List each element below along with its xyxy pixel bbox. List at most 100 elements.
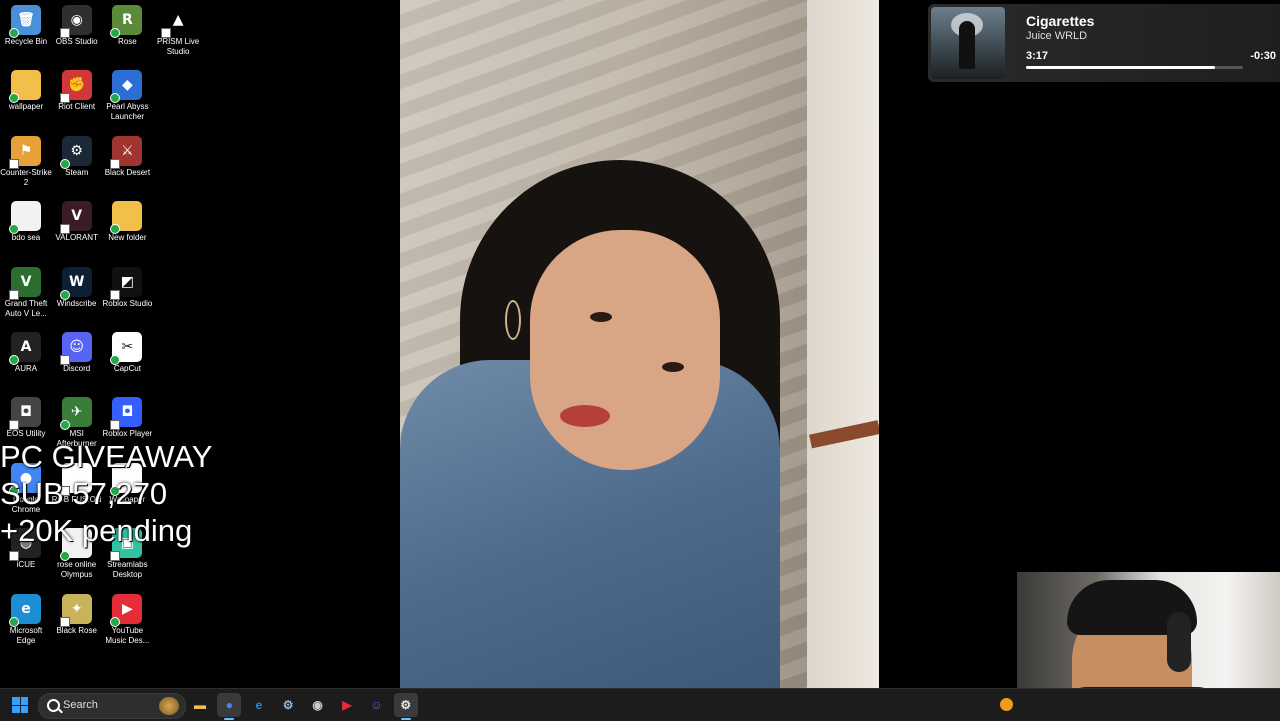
- black-desert-icon: ⚔: [110, 135, 143, 169]
- desktop-icon-label: OBS Studio: [55, 37, 98, 46]
- windows-logo-icon: [20, 705, 28, 713]
- desktop-icon-camera[interactable]: ◘ EOS Utility: [0, 392, 52, 439]
- taskbar: Search ▬ ● e ⚙ ◉ ▶ ☺ ⚙: [0, 688, 1280, 721]
- desktop-icon-youtube-music[interactable]: ▶ YouTube Music Des...: [101, 589, 153, 646]
- desktop-icon-recycle-bin[interactable]: 🗑 Recycle Bin: [0, 0, 52, 47]
- desktop-icon-text-file[interactable]: bdo sea: [0, 196, 52, 243]
- overlay-badge-icon: [110, 616, 121, 627]
- desktop-icon-discord[interactable]: ☺ Discord: [51, 327, 103, 374]
- roblox-icon: ◘: [110, 397, 143, 431]
- track-artist: Juice WRLD: [1026, 30, 1088, 42]
- overlay-badge-icon: [9, 28, 19, 38]
- taskbar-obs[interactable]: ◉: [306, 693, 330, 717]
- desktop-icon-obs[interactable]: ◉ OBS Studio: [51, 0, 103, 47]
- gta-icon: V: [9, 266, 41, 300]
- start-button[interactable]: [12, 697, 28, 713]
- taskbar-youtube-music[interactable]: ▶: [335, 693, 359, 717]
- desktop-icon-gta[interactable]: V Grand Theft Auto V Le...: [0, 262, 52, 319]
- search-highlight-icon: [159, 697, 179, 715]
- desktop-icon-rose-game[interactable]: R Rose: [101, 0, 153, 47]
- overlay-badge-icon: [110, 551, 121, 562]
- rose-game-icon: R: [110, 5, 143, 38]
- lips: [560, 405, 610, 427]
- desktop-icon-label: Microsoft Edge: [9, 625, 43, 645]
- overlay-badge-icon: [9, 355, 19, 365]
- search-placeholder: Search: [63, 699, 98, 711]
- desktop-icon-label: AURA: [14, 364, 38, 373]
- desktop-icon-black-desert[interactable]: ⚔ Black Desert: [101, 131, 153, 178]
- desktop-icon-prism[interactable]: ▲ PRISM Live Studio: [152, 0, 204, 57]
- overlay-badge-icon: [110, 289, 121, 300]
- desktop-icon-riot-client[interactable]: ✊ Riot Client: [51, 65, 103, 112]
- overlay-badge-icon: [59, 551, 70, 562]
- desktop-icon-label: Windscribe: [56, 298, 97, 308]
- desktop-icon-label: Streamlabs Desktop: [107, 560, 148, 580]
- desktop-icon-capcut[interactable]: ✂ CapCut: [101, 327, 153, 374]
- desktop-icon-label: rose online Olympus: [57, 560, 97, 580]
- desktop-icon-label: Roblox Studio: [102, 298, 153, 308]
- progress-bar[interactable]: [1026, 66, 1243, 69]
- desktop-icon-label: wallpaper: [8, 102, 44, 112]
- overlay-badge-icon: [59, 355, 70, 365]
- desktop-icon-windscribe[interactable]: W Windscribe: [51, 262, 103, 309]
- desktop-icon-label: iCUE: [16, 560, 36, 570]
- tray-notification-icon[interactable]: [1000, 698, 1013, 711]
- media-player-widget[interactable]: Cigarettes Juice WRLD 3:17 -0:30: [928, 4, 1280, 82]
- headset: [1167, 612, 1191, 672]
- taskbar-discord[interactable]: ☺: [364, 693, 388, 717]
- desktop-icon-roblox-studio[interactable]: ◩ Roblox Studio: [101, 262, 153, 309]
- desktop-icon-label: Rose: [118, 37, 137, 46]
- overlay-badge-icon: [59, 224, 70, 235]
- desktop-icon-label: Grand Theft Auto V Le...: [4, 298, 48, 318]
- left-eye: [590, 312, 612, 322]
- wallpaper-photo: [400, 0, 879, 688]
- desktop-icon-steam[interactable]: ⚙ Steam: [51, 131, 103, 178]
- desktop-icon-label: bdo sea: [11, 233, 41, 243]
- taskbar-steam[interactable]: ⚙: [276, 693, 300, 717]
- desktop-icon-aura[interactable]: A AURA: [0, 327, 52, 374]
- taskbar-file-explorer[interactable]: ▬: [188, 693, 212, 717]
- desktop-icon-folder[interactable]: New folder: [101, 196, 153, 243]
- overlay-badge-icon: [59, 28, 70, 38]
- taskbar-search[interactable]: Search: [38, 693, 186, 719]
- taskbar-chrome[interactable]: ●: [217, 693, 242, 720]
- overlay-badge-icon: [59, 158, 70, 169]
- right-eye: [662, 362, 684, 372]
- edge-icon: e: [255, 698, 263, 712]
- desktop-icon-label: Counter-Strike 2: [0, 167, 52, 187]
- discord-icon: ☺: [370, 698, 383, 712]
- windscribe-icon: W: [59, 266, 92, 300]
- desktop-icon-valorant[interactable]: V VALORANT: [51, 196, 103, 243]
- obs-icon: ◉: [312, 698, 323, 712]
- riot-client-icon: ✊: [59, 70, 92, 104]
- youtube-music-icon: ▶: [110, 593, 143, 627]
- msi-icon: ✈: [59, 397, 92, 431]
- taskbar-edge[interactable]: e: [247, 693, 271, 717]
- pearl-abyss-icon: ◆: [110, 70, 143, 104]
- overlay-badge-icon: [110, 420, 121, 431]
- remaining-time: -0:30: [1250, 50, 1276, 62]
- desktop-icon-label: Steam: [65, 167, 89, 177]
- desktop-icon-black-rose[interactable]: ✦ Black Rose: [51, 589, 103, 636]
- desktop-icon-folder[interactable]: wallpaper: [0, 65, 52, 112]
- windows-logo-icon: [20, 697, 28, 705]
- desktop-icon-roblox[interactable]: ◘ Roblox Player: [101, 392, 153, 439]
- desktop-icon-label: New folder: [108, 233, 147, 243]
- edge-icon: e: [9, 593, 41, 627]
- search-icon: [47, 699, 60, 712]
- elapsed-time: 3:17: [1026, 50, 1049, 62]
- folder-icon: [9, 70, 41, 104]
- desktop-icon-label: Black Desert: [104, 167, 151, 177]
- earring: [505, 300, 521, 340]
- desktop-icon-label: PRISM Live Studio: [156, 37, 200, 56]
- taskbar-streamlabs[interactable]: ⚙: [393, 693, 418, 720]
- desktop-icon-pearl-abyss[interactable]: ◆ Pearl Abyss Launcher: [101, 65, 153, 122]
- overlay-badge-icon: [59, 93, 70, 104]
- track-title: Cigarettes: [1026, 13, 1095, 29]
- youtube-music-icon: ▶: [342, 698, 352, 712]
- desktop-icon-cs2[interactable]: ⚑ Counter-Strike 2: [0, 131, 52, 188]
- overlay-badge-icon: [9, 616, 19, 627]
- desktop-icon-edge[interactable]: e Microsoft Edge: [0, 589, 52, 646]
- giveaway-line-3: +20K pending: [0, 513, 193, 548]
- overlay-badge-icon: [9, 289, 19, 300]
